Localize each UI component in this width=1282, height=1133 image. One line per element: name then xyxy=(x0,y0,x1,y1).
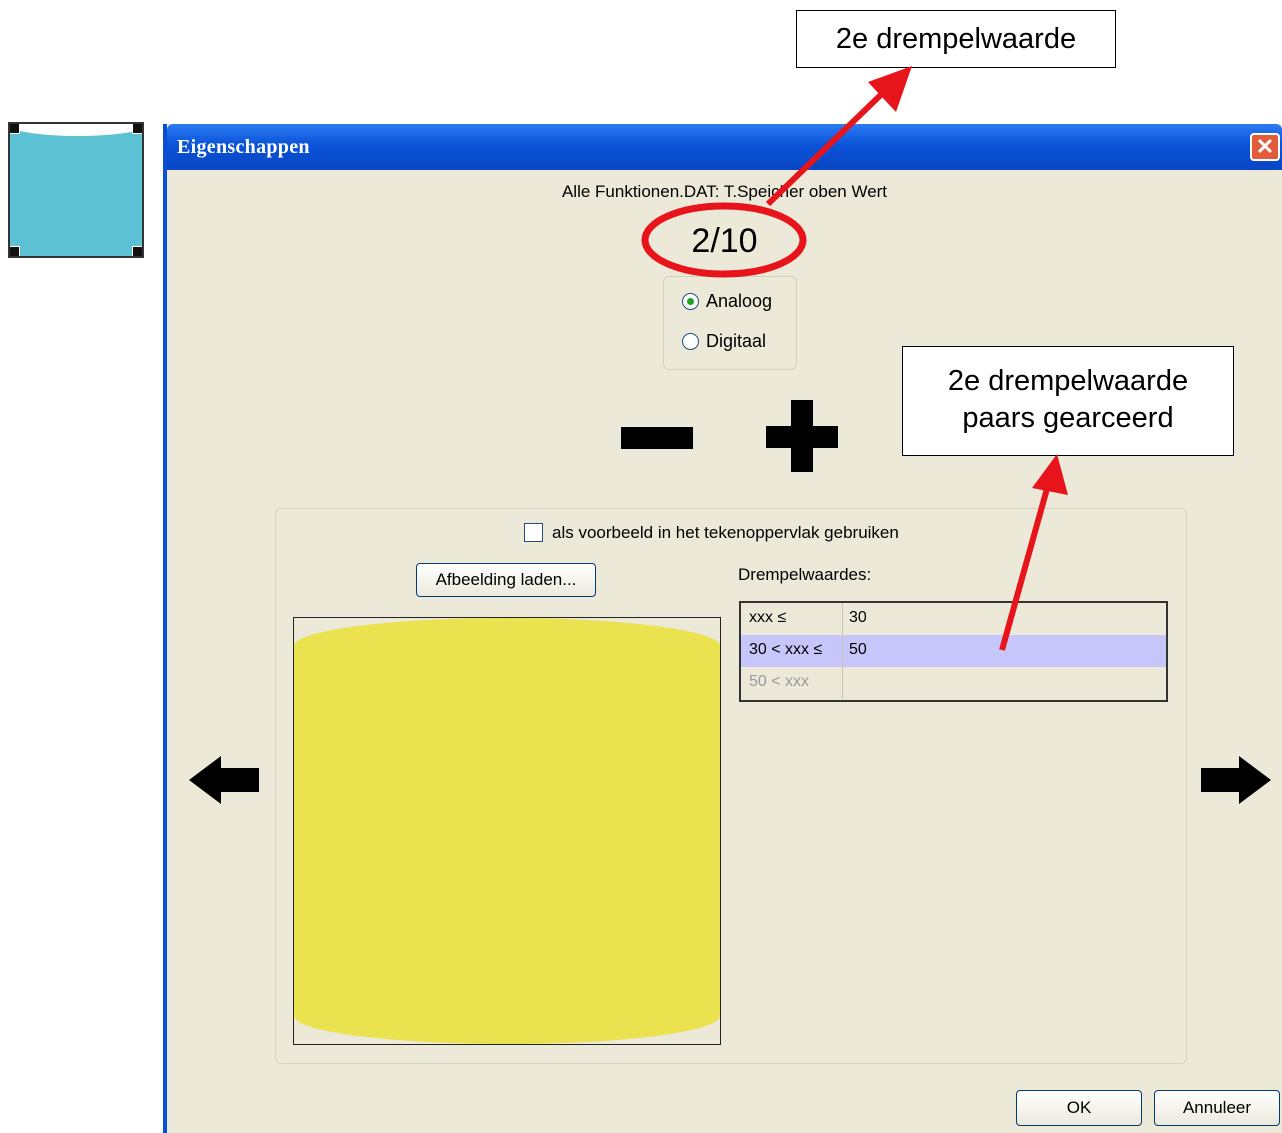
thresholds-label: Drempelwaardes: xyxy=(738,565,872,584)
threshold-condition: 30 < xxx ≤ xyxy=(749,641,823,658)
arrow-left-icon[interactable] xyxy=(187,752,263,808)
function-subtitle: Alle Funktionen.DAT: T.Speicher oben Wer… xyxy=(561,182,888,201)
radio-analog-indicator[interactable] xyxy=(682,293,699,310)
tank-body xyxy=(294,644,720,1016)
callout-right-line1: 2e drempelwaarde xyxy=(947,365,1189,397)
arrow-right-icon[interactable] xyxy=(1197,752,1275,808)
close-icon[interactable]: ✕ xyxy=(1250,133,1280,161)
title-bar[interactable]: Eigenschappen ✕ xyxy=(167,124,1282,170)
item-counter: 2/10 xyxy=(691,222,758,260)
resize-handle[interactable] xyxy=(10,246,20,256)
minus-icon[interactable] xyxy=(621,427,693,449)
resize-handle[interactable] xyxy=(132,246,142,256)
threshold-value[interactable]: 30 xyxy=(849,609,867,627)
table-row[interactable]: xxx ≤ 30 xyxy=(741,603,1166,635)
arrow-head-icon xyxy=(868,66,912,112)
type-radio-group: Analoog Digitaal xyxy=(663,276,797,370)
table-row[interactable]: 50 < xxx xyxy=(741,667,1166,699)
tank-top xyxy=(294,618,720,674)
radio-digital-label: Digitaal xyxy=(706,331,767,351)
radio-digital-indicator[interactable] xyxy=(682,333,699,350)
threshold-condition: 50 < xxx xyxy=(749,673,810,690)
image-preview xyxy=(293,617,721,1045)
threshold-value[interactable]: 50 xyxy=(849,641,867,659)
callout-right: 2e drempelwaarde paars gearceerd xyxy=(902,346,1234,456)
properties-dialog: Eigenschappen ✕ Alle Funktionen.DAT: T.S… xyxy=(163,124,1282,1133)
table-row[interactable]: 30 < xxx ≤ 50 xyxy=(741,635,1166,667)
ok-button[interactable]: OK xyxy=(1016,1090,1142,1126)
radio-analog-label: Analoog xyxy=(706,291,773,311)
thumbnail-cap xyxy=(10,124,142,136)
resize-handle[interactable] xyxy=(10,124,20,134)
tank-bottom xyxy=(294,988,720,1044)
threshold-condition: xxx ≤ xyxy=(749,609,787,626)
callout-top: 2e drempelwaarde xyxy=(796,10,1116,68)
thresholds-table: xxx ≤ 30 30 < xxx ≤ 50 50 < xxx xyxy=(739,601,1168,702)
callout-right-line2: paars gearceerd xyxy=(962,402,1174,434)
load-image-button[interactable]: Afbeelding laden... xyxy=(416,563,596,597)
resize-handle[interactable] xyxy=(132,124,142,134)
cell-divider xyxy=(842,667,843,699)
plus-icon-bar[interactable] xyxy=(766,426,838,448)
image-panel: als voorbeeld in het tekenoppervlak gebr… xyxy=(275,508,1187,1064)
use-as-example-checkbox[interactable] xyxy=(524,523,543,542)
cancel-button[interactable]: Annuleer xyxy=(1154,1090,1280,1126)
object-thumbnail[interactable] xyxy=(8,122,144,258)
dialog-title: Eigenschappen xyxy=(177,136,310,158)
use-as-example-label: als voorbeeld in het tekenoppervlak gebr… xyxy=(552,523,899,542)
cell-divider xyxy=(842,603,843,635)
cell-divider xyxy=(842,635,843,667)
